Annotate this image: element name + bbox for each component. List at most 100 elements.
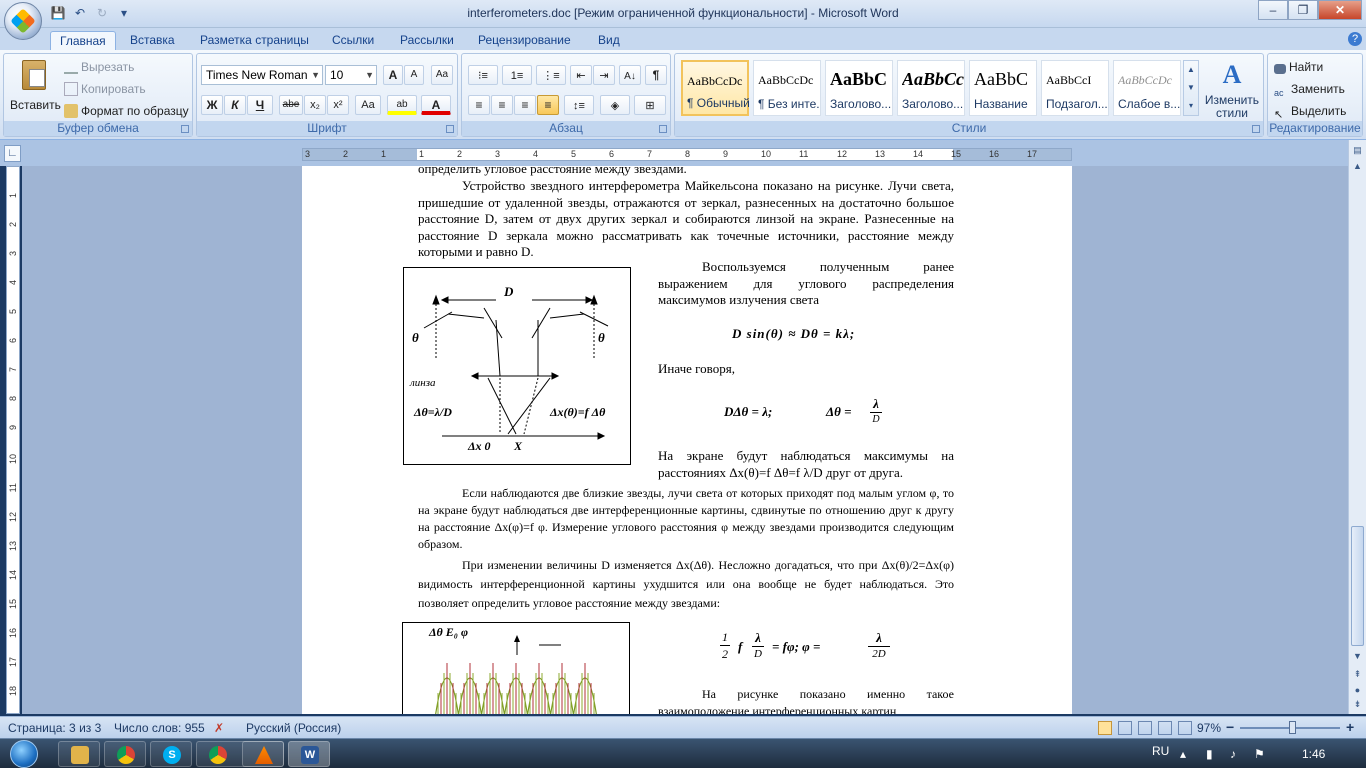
ruler-toggle-icon[interactable]: ▤ [1351, 144, 1364, 158]
office-button[interactable] [4, 2, 42, 40]
minimize-button[interactable]: – [1258, 0, 1288, 20]
superscript-button[interactable]: x² [327, 95, 349, 115]
fig-label-lens: линза [409, 377, 436, 389]
paragraph-launcher-icon[interactable] [659, 125, 667, 133]
subscript-button[interactable]: x₂ [304, 95, 326, 115]
bullets-button[interactable]: ⁝≡ [468, 65, 498, 85]
cut-button[interactable]: Вырезать [64, 60, 134, 74]
line-spacing-button[interactable]: ↕≡ [564, 95, 594, 115]
underline-button[interactable]: Ч [247, 95, 273, 115]
font-name-combo[interactable]: Times New Roman ▼ [201, 65, 323, 85]
horizontal-ruler[interactable]: 3 2 1 1 2 3 4 5 6 7 8 9 10 11 12 13 14 15 16 17 [302, 148, 1072, 161]
show-marks-button[interactable]: ¶ [645, 65, 667, 85]
scroll-up-icon[interactable]: ▲ [1351, 160, 1364, 174]
font-size-combo[interactable]: 10 ▼ [325, 65, 377, 85]
align-left-button[interactable]: ≡ [468, 95, 490, 115]
copy-button[interactable]: Копировать [64, 82, 146, 96]
replace-button[interactable]: ac Заменить [1274, 82, 1345, 102]
maximize-button[interactable]: ❐ [1288, 0, 1318, 20]
tab-selector-button[interactable]: ∟ [4, 145, 21, 162]
volume-icon[interactable]: ♪ [1230, 747, 1236, 761]
tray-expand-icon[interactable]: ▴ [1180, 747, 1186, 761]
font-color-button[interactable]: A [421, 95, 451, 115]
styles-launcher-icon[interactable] [1252, 125, 1260, 133]
multilevel-list-button[interactable]: ⋮≡ [536, 65, 566, 85]
full-screen-view-icon[interactable] [1118, 721, 1132, 735]
help-icon[interactable]: ? [1348, 32, 1362, 46]
style-tile-4[interactable]: AaBbC Название [969, 60, 1037, 116]
italic-button[interactable]: К [224, 95, 246, 115]
language-indicator[interactable]: Русский (Россия) [246, 721, 341, 735]
paste-button[interactable]: Вставить [10, 58, 61, 120]
input-language[interactable]: RU [1152, 744, 1169, 758]
tab-view[interactable]: Вид [589, 31, 629, 50]
previous-page-icon[interactable]: ⇞ [1351, 668, 1364, 682]
zoom-in-button[interactable]: + [1346, 719, 1354, 735]
justify-button[interactable]: ≡ [537, 95, 559, 115]
style-tile-2[interactable]: AaBbC Заголово... [825, 60, 893, 116]
scroll-thumb[interactable] [1351, 526, 1364, 646]
web-layout-view-icon[interactable] [1138, 721, 1152, 735]
tab-review[interactable]: Рецензирование [469, 31, 580, 50]
vertical-ruler[interactable]: 1 2 3 4 5 6 7 8 9 10 11 12 13 14 15 16 17 18 [6, 166, 20, 714]
clear-format-button[interactable]: Aa [431, 65, 453, 85]
grow-font-button[interactable]: A [383, 65, 403, 85]
style-tile-6[interactable]: AaBbCcDc Слабое в... [1113, 60, 1181, 116]
numbering-button[interactable]: 1≡ [502, 65, 532, 85]
draft-view-icon[interactable] [1178, 721, 1192, 735]
style-tile-5[interactable]: AaBbCcI Подзагол... [1041, 60, 1109, 116]
change-case-button[interactable]: Aa [355, 95, 381, 115]
tab-page-layout[interactable]: Разметка страницы [191, 31, 318, 50]
network-icon[interactable]: ▮ [1206, 747, 1213, 761]
taskbar-explorer[interactable] [58, 741, 100, 767]
increase-indent-button[interactable]: ⇥ [593, 65, 615, 85]
start-button[interactable] [4, 739, 44, 768]
close-button[interactable]: ✕ [1318, 0, 1362, 20]
align-center-button[interactable]: ≡ [491, 95, 513, 115]
action-center-icon[interactable]: ⚑ [1254, 747, 1265, 761]
strikethrough-button[interactable]: abe [279, 95, 303, 115]
borders-button[interactable]: ⊞ [634, 95, 666, 115]
status-bar: Страница: 3 из 3 Число слов: 955 ✗ Русск… [0, 716, 1366, 738]
tab-references[interactable]: Ссылки [323, 31, 383, 50]
font-launcher-icon[interactable] [446, 125, 454, 133]
word-count[interactable]: Число слов: 955 [114, 721, 205, 735]
print-layout-view-icon[interactable] [1098, 721, 1112, 735]
align-right-button[interactable]: ≡ [514, 95, 536, 115]
highlight-button[interactable]: ab [387, 95, 417, 115]
zoom-slider-knob[interactable] [1289, 721, 1296, 734]
format-painter-button[interactable]: Формат по образцу [64, 104, 189, 118]
decrease-indent-button[interactable]: ⇤ [570, 65, 592, 85]
zoom-level[interactable]: 97% [1197, 721, 1221, 735]
proofing-icon[interactable]: ✗ [214, 721, 224, 735]
gallery-scroll[interactable]: ▲ ▼ ▾ [1183, 60, 1199, 116]
shading-button[interactable]: ◈ [600, 95, 630, 115]
document-page[interactable]: определить угловое расстояние между звез… [302, 166, 1072, 714]
next-page-icon[interactable]: ⇟ [1351, 698, 1364, 712]
find-button[interactable]: Найти [1274, 60, 1323, 74]
zoom-out-button[interactable]: − [1226, 719, 1234, 735]
style-tile-3[interactable]: AaBbCc Заголово... [897, 60, 965, 116]
taskbar-skype[interactable]: S [150, 741, 192, 767]
tab-mailings[interactable]: Рассылки [391, 31, 463, 50]
select-button[interactable]: ↖ Выделить [1274, 104, 1346, 122]
sort-button[interactable]: A↓ [619, 65, 641, 85]
tab-insert[interactable]: Вставка [121, 31, 184, 50]
style-tile-1[interactable]: AaBbCcDc ¶ Без инте... [753, 60, 821, 116]
taskbar-chrome[interactable] [104, 741, 146, 767]
shrink-font-button[interactable]: A [404, 65, 424, 85]
clipboard-launcher-icon[interactable] [181, 125, 189, 133]
change-styles-button[interactable]: A Изменить стили [1203, 58, 1261, 120]
browse-object-icon[interactable]: ● [1351, 684, 1364, 698]
page-count[interactable]: Страница: 3 из 3 [8, 721, 101, 735]
style-tile-0[interactable]: AaBbCcDc ¶ Обычный [681, 60, 749, 116]
outline-view-icon[interactable] [1158, 721, 1172, 735]
scroll-down-icon[interactable]: ▼ [1351, 650, 1364, 664]
bold-button[interactable]: Ж [201, 95, 223, 115]
clock[interactable]: 1:46 [1302, 747, 1325, 761]
taskbar-word[interactable]: W [288, 741, 330, 767]
document-area[interactable]: определить угловое расстояние между звез… [22, 166, 1348, 714]
taskbar-vlc[interactable] [242, 741, 284, 767]
tab-home[interactable]: Главная [50, 31, 116, 50]
vertical-scrollbar[interactable]: ▤ ▲ ▼ ⇞ ● ⇟ [1348, 140, 1366, 714]
